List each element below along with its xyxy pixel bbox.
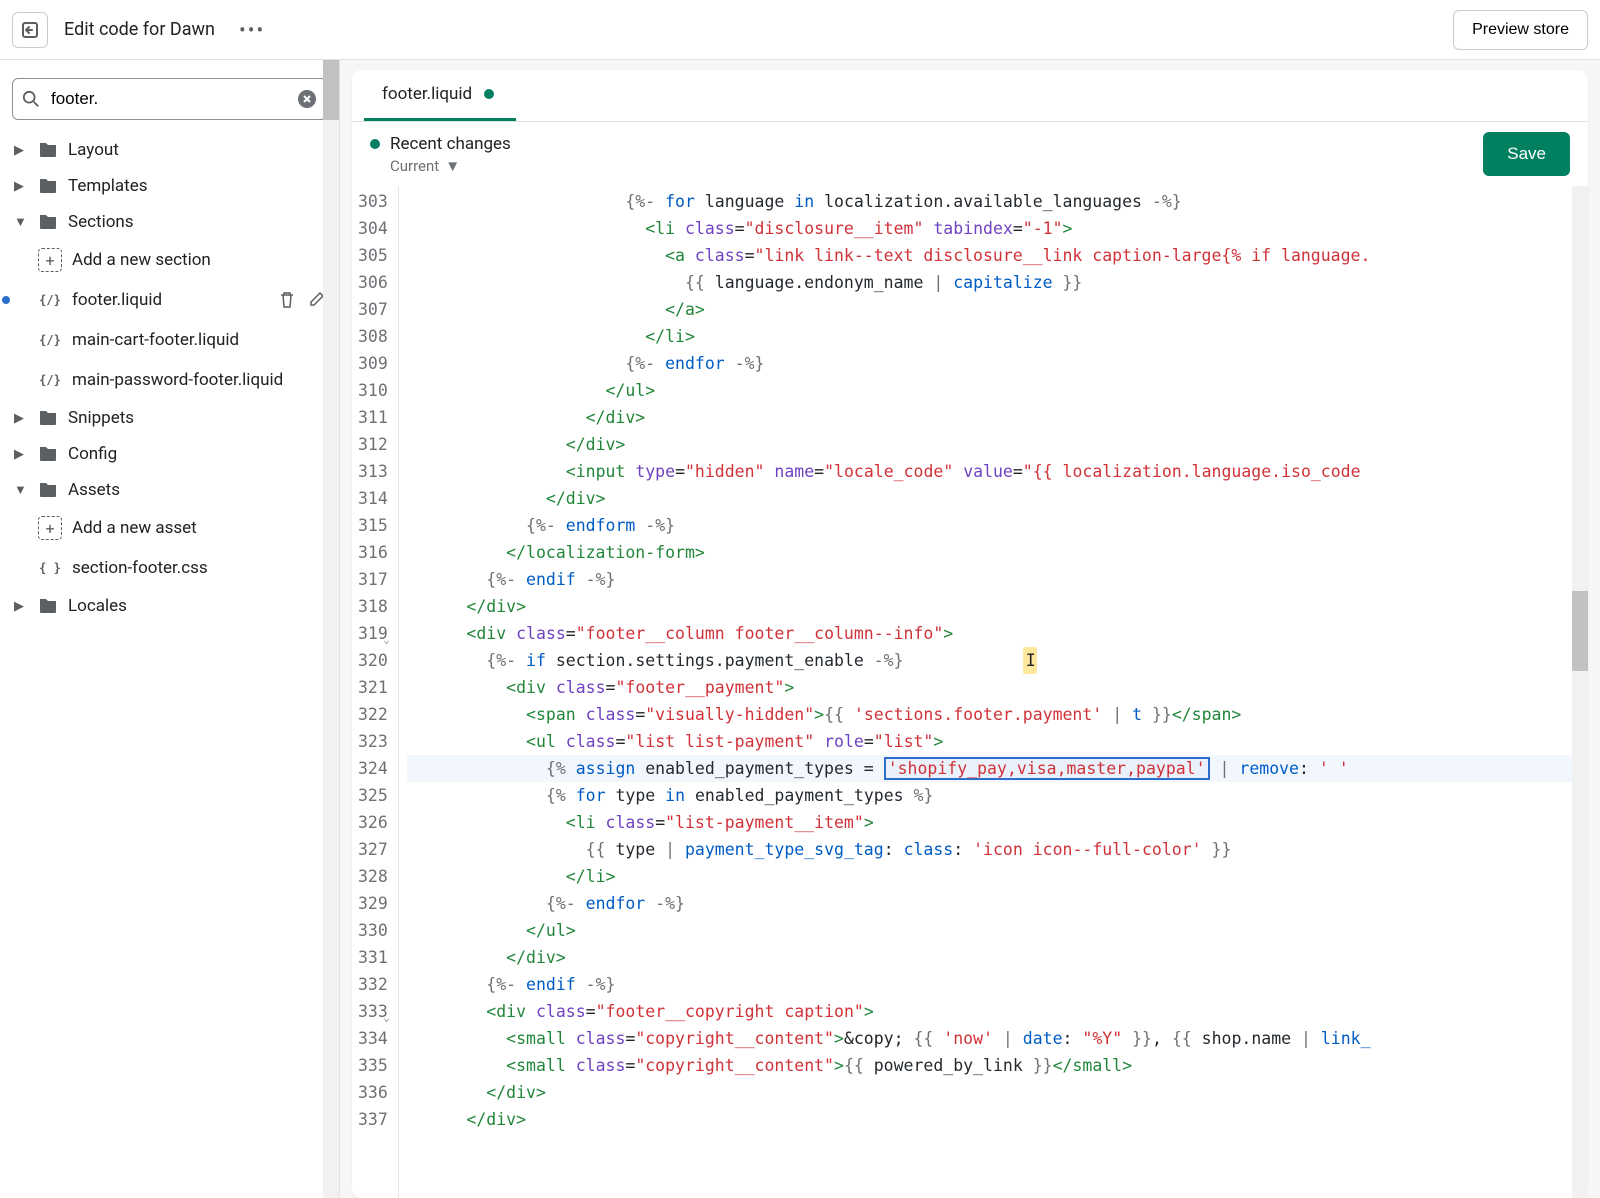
folder-icon xyxy=(38,409,58,427)
css-file-icon: { } xyxy=(38,556,62,580)
liquid-file-icon: {/} xyxy=(38,288,62,312)
folder-label: Snippets xyxy=(68,408,134,428)
recent-changes-dropdown[interactable]: Recent changes Current ▼ xyxy=(370,134,511,175)
chevron-right-icon: ▶ xyxy=(14,411,28,426)
folder-label: Layout xyxy=(68,140,119,160)
file-footer-liquid[interactable]: {/} footer.liquid xyxy=(8,280,331,320)
chevron-right-icon: ▶ xyxy=(14,447,28,462)
folder-sections[interactable]: ▼ Sections xyxy=(8,204,331,240)
folder-label: Config xyxy=(68,444,117,464)
folder-icon xyxy=(38,445,58,463)
unsaved-indicator-icon xyxy=(484,89,494,99)
preview-store-button[interactable]: Preview store xyxy=(1453,10,1588,50)
tab-label: footer.liquid xyxy=(382,84,472,104)
file-main-password-footer[interactable]: {/} main-password-footer.liquid xyxy=(8,360,331,400)
clear-search-icon[interactable] xyxy=(297,89,317,109)
folder-templates[interactable]: ▶ Templates xyxy=(8,168,331,204)
tab-footer-liquid[interactable]: footer.liquid xyxy=(364,70,516,121)
line-gutter: 3033043053063073083093103113123133143153… xyxy=(352,186,399,1198)
add-section-label: Add a new section xyxy=(72,250,211,270)
chevron-right-icon: ▶ xyxy=(14,599,28,614)
file-label: main-password-footer.liquid xyxy=(72,370,283,390)
folder-label: Sections xyxy=(68,212,134,232)
delete-file-icon[interactable] xyxy=(279,291,295,309)
code-editor[interactable]: 3033043053063073083093103113123133143153… xyxy=(352,186,1588,1198)
add-asset-link[interactable]: + Add a new asset xyxy=(8,508,331,548)
status-dot-icon xyxy=(370,139,380,149)
file-sidebar: ▶ Layout ▶ Templates ▼ Sections + Add a … xyxy=(0,60,340,1198)
exit-icon xyxy=(20,20,40,40)
folder-icon xyxy=(38,177,58,195)
add-section-link[interactable]: + Add a new section xyxy=(8,240,331,280)
add-icon: + xyxy=(38,516,62,540)
save-button[interactable]: Save xyxy=(1483,132,1570,176)
folder-label: Assets xyxy=(68,480,120,500)
current-version-label: Current xyxy=(390,157,439,175)
folder-assets[interactable]: ▼ Assets xyxy=(8,472,331,508)
folder-layout[interactable]: ▶ Layout xyxy=(8,132,331,168)
back-button[interactable] xyxy=(12,12,48,48)
folder-snippets[interactable]: ▶ Snippets xyxy=(8,400,331,436)
file-label: main-cart-footer.liquid xyxy=(72,330,239,350)
add-asset-label: Add a new asset xyxy=(72,518,197,538)
liquid-file-icon: {/} xyxy=(38,368,62,392)
folder-icon xyxy=(38,597,58,615)
add-icon: + xyxy=(38,248,62,272)
search-input[interactable] xyxy=(12,78,327,120)
folder-icon xyxy=(38,141,58,159)
chevron-down-icon: ▼ xyxy=(14,214,28,230)
more-menu-button[interactable]: ••• xyxy=(231,14,273,46)
liquid-file-icon: {/} xyxy=(38,328,62,352)
file-main-cart-footer[interactable]: {/} main-cart-footer.liquid xyxy=(8,320,331,360)
editor-area: footer.liquid Recent changes Current ▼ S… xyxy=(340,60,1600,1198)
folder-config[interactable]: ▶ Config xyxy=(8,436,331,472)
folder-locales[interactable]: ▶ Locales xyxy=(8,588,331,624)
folder-label: Locales xyxy=(68,596,127,616)
chevron-down-icon: ▼ xyxy=(445,157,460,175)
search-icon xyxy=(22,90,40,108)
file-section-footer-css[interactable]: { } section-footer.css xyxy=(8,548,331,588)
chevron-down-icon: ▼ xyxy=(14,482,28,498)
folder-label: Templates xyxy=(68,176,148,196)
code-content[interactable]: {%- for language in localization.availab… xyxy=(399,186,1588,1198)
folder-icon xyxy=(38,481,58,499)
file-label: section-footer.css xyxy=(72,558,208,578)
chevron-right-icon: ▶ xyxy=(14,143,28,158)
top-bar: Edit code for Dawn ••• Preview store xyxy=(0,0,1600,60)
tabs-row: footer.liquid xyxy=(352,70,1588,122)
page-title: Edit code for Dawn xyxy=(64,19,215,40)
file-label: footer.liquid xyxy=(72,290,162,310)
folder-icon xyxy=(38,213,58,231)
sidebar-scrollbar[interactable] xyxy=(323,60,339,1198)
recent-changes-label: Recent changes xyxy=(390,134,511,154)
editor-scrollbar[interactable] xyxy=(1572,186,1588,1198)
chevron-right-icon: ▶ xyxy=(14,179,28,194)
